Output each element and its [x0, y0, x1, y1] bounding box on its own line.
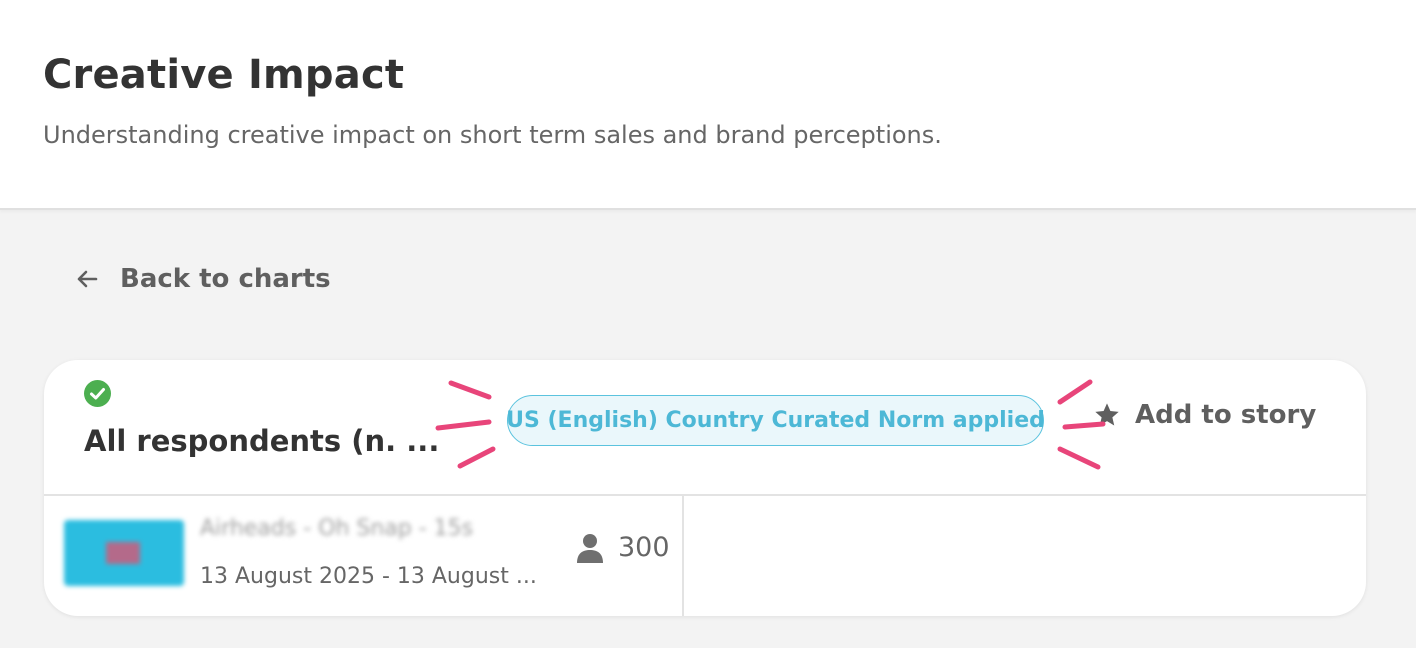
creative-dates: 13 August 2025 - 13 August ...: [200, 564, 537, 589]
page-title: Creative Impact: [43, 52, 405, 98]
person-icon: [576, 532, 604, 564]
creative-thumbnail[interactable]: [64, 520, 184, 586]
audience-label[interactable]: All respondents (n. ...: [84, 424, 439, 458]
add-to-story-button[interactable]: Add to story: [1093, 397, 1316, 433]
creative-card: All respondents (n. ... US (English) Cou…: [44, 360, 1366, 616]
creative-name: Airheads - Oh Snap - 15s: [200, 516, 474, 541]
page-subtitle: Understanding creative impact on short t…: [43, 121, 942, 149]
add-to-story-label: Add to story: [1135, 400, 1317, 430]
card-divider: [44, 494, 1366, 496]
star-icon: [1093, 401, 1121, 429]
back-to-charts-link[interactable]: Back to charts: [76, 262, 331, 296]
respondent-count: 300: [618, 532, 670, 563]
column-divider: [682, 495, 684, 616]
back-to-charts-label: Back to charts: [120, 264, 331, 294]
page-header: Creative Impact Understanding creative i…: [0, 0, 1416, 210]
norm-badge: US (English) Country Curated Norm applie…: [506, 395, 1045, 446]
arrow-left-icon: [76, 270, 98, 288]
check-circle-icon: [84, 380, 111, 407]
